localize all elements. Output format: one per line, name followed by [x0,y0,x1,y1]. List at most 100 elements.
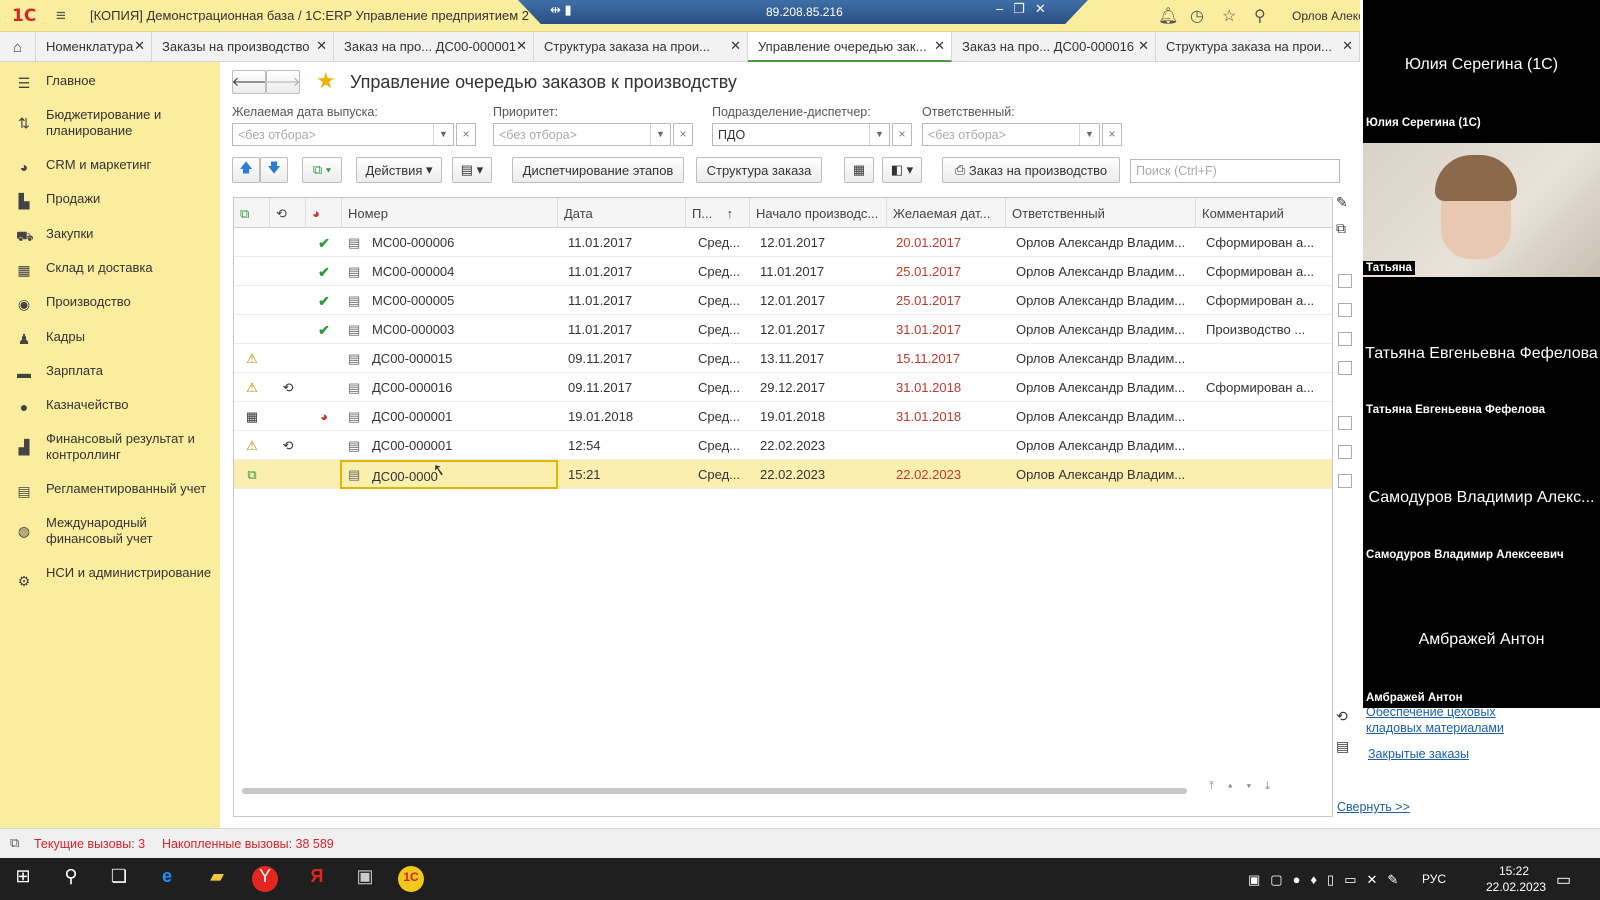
1c-app-icon[interactable]: 1С [398,866,424,892]
treasury-icon: ● [19,399,29,415]
dropdown-icon[interactable]: ▼ [650,124,670,145]
priority-filter-input[interactable]: <без отбора> ▼ [493,123,671,146]
tab-nomenclature[interactable]: Номенклатура ✕ [36,32,152,62]
status-column-icon[interactable]: ◕ [306,198,342,228]
yandex-icon[interactable]: Я [302,866,332,892]
close-icon[interactable]: ✕ [316,38,327,54]
dispatch-stages-button[interactable]: Диспетчирование этапов [512,157,684,183]
tray-icons[interactable]: ▣▢●♦▯▭✕✎ [1248,872,1408,888]
dropdown-icon[interactable]: ▼ [869,124,889,145]
collapse-link[interactable]: Свернуть >> [1337,800,1410,814]
star-icon[interactable]: ☆ [1222,6,1236,26]
production-order-button[interactable]: ⎙ Заказ на производство [942,157,1120,183]
responsible-filter-input[interactable]: <без отбора> ▼ [922,123,1100,146]
close-icon[interactable]: ✕ [730,38,741,54]
remote-desktop-bar: ⇹ ▮ 89.208.85.216 –❐✕ [518,0,1088,24]
table-row[interactable]: ⧉ ▤ ДС00-0000 15:21 Сред... 22.02.2023 22.02.2… [234,460,1332,489]
print-menu-button[interactable]: ▤ ▾ [452,157,492,183]
language-indicator[interactable]: РУС [1422,872,1446,886]
actions-button[interactable]: Действия ▾ [356,157,442,183]
responsible-filter-clear[interactable]: × [1102,123,1122,146]
home-icon[interactable]: ⌂ [0,32,36,62]
search-input[interactable]: Поиск (Ctrl+F) [1130,159,1340,183]
column-responsible[interactable]: Ответственный [1006,198,1196,228]
column-comment[interactable]: Комментарий [1196,198,1332,228]
date-filter-input[interactable]: <без отбора> ▼ [232,123,454,146]
tab-order-ds1[interactable]: Заказ на про... ДС00-000001 ✕ [334,32,534,62]
table-row[interactable]: ✔ ▤ МС00-000006 11.01.2017 Сред... 12.01.2017… [234,228,1332,257]
back-button[interactable]: 🡐 [232,70,266,94]
calls-icon[interactable]: ⧉ [10,835,19,851]
table-nav-buttons[interactable]: ⤒▴▾⤓ [1209,780,1329,800]
pin-icon[interactable]: ⇹ ▮ [550,2,572,18]
dropdown-icon[interactable]: ▼ [1079,124,1099,145]
favorite-star-icon[interactable]: ★ [316,68,336,94]
table-row[interactable]: ⚠ ⟲ ▤ ДС00-000016 09.11.2017 Сред... 29.12.201… [234,373,1332,402]
dept-filter-clear[interactable]: × [892,123,912,146]
close-icon[interactable]: ✕ [516,38,527,54]
column-priority[interactable]: П... ↑ [686,198,750,228]
folder-icon[interactable]: ▰ [202,866,232,892]
search-icon[interactable]: ⚲ [1254,6,1266,26]
date-filter-clear[interactable]: × [456,123,476,146]
bell-icon[interactable]: 🔔︎ [1158,6,1178,26]
yandex-browser-icon[interactable]: Y [252,866,278,892]
table-row[interactable]: ✔ ▤ МС00-000004 11.01.2017 Сред... 11.01.2017… [234,257,1332,286]
table-row[interactable]: ✔ ▤ МС00-000003 11.01.2017 Сред... 12.01.2017… [234,315,1332,344]
close-icon[interactable]: ✕ [1342,38,1353,54]
window-controls[interactable]: –❐✕ [996,1,1056,17]
stages-column-icon[interactable]: ⧉ [234,198,270,228]
move-down-button[interactable]: 🡇 [260,157,288,183]
checkbox[interactable] [1338,361,1352,375]
provision-link[interactable]: Обеспечение цеховых кладовых материалами [1366,704,1536,736]
current-user[interactable]: Орлов Алекс [1292,9,1360,23]
search-icon[interactable]: ⚲ [56,866,86,892]
dropdown-icon[interactable]: ▼ [433,124,453,145]
dept-filter-input[interactable]: ПДО ▼ [712,123,890,146]
provision-column-icon[interactable]: ⟲ [270,198,306,228]
order-structure-button[interactable]: Структура заказа [696,157,822,183]
tab-production-orders[interactable]: Заказы на производство ✕ [152,32,334,62]
move-up-button[interactable]: 🡅 [232,157,260,183]
closed-orders-link[interactable]: Закрытые заказы [1368,747,1469,761]
column-date[interactable]: Дата [558,198,686,228]
app-logo: 1С [12,6,37,26]
copy-icon[interactable]: ⧉ [1336,220,1346,237]
history-icon[interactable]: ◷ [1190,6,1204,26]
edge-icon[interactable]: e [152,866,182,892]
report-menu-button[interactable]: ◧ ▾ [882,157,922,183]
remote-desktop-icon[interactable]: ▣ [350,866,380,892]
table-row[interactable]: ⚠ ▤ ДС00-000015 09.11.2017 Сред... 13.11.2017… [234,344,1332,373]
table-row[interactable]: ✔ ▤ МС00-000005 11.01.2017 Сред... 12.01.2017… [234,286,1332,315]
task-view-icon[interactable]: ❏ [104,866,134,892]
close-icon[interactable]: ✕ [1138,38,1149,54]
tab-order-ds16[interactable]: Заказ на про... ДС00-000016 ✕ [952,32,1156,62]
list-icon[interactable]: ▦ [844,157,874,183]
checkbox[interactable] [1338,416,1352,430]
tab-queue-management[interactable]: Управление очередью зак... ✕ [748,32,952,62]
create-stages-button[interactable]: ⧉ ▾ [302,157,342,183]
desired-date: 31.01.2018 [896,380,962,395]
priority-filter-clear[interactable]: × [673,123,693,146]
checkbox[interactable] [1338,445,1352,459]
tab-order-structure[interactable]: Структура заказа на прои... ✕ [534,32,748,62]
column-number[interactable]: Номер [342,198,558,228]
horizontal-scrollbar[interactable] [242,788,1187,794]
table-row[interactable]: ▦ ◕ ▤ ДС00-000001 19.01.2018 Сред... 19.01.201… [234,402,1332,431]
main-menu-icon[interactable]: ≡ [56,6,66,26]
checkbox[interactable] [1338,332,1352,346]
windows-start-icon[interactable]: ⊞ [8,866,38,892]
forward-button[interactable]: 🡒 [266,70,300,94]
tab-order-structure-2[interactable]: Структура заказа на прои... ✕ [1156,32,1360,62]
close-icon[interactable]: ✕ [134,38,145,54]
column-start[interactable]: Начало производс... [750,198,887,228]
checkbox[interactable] [1338,474,1352,488]
close-icon[interactable]: ✕ [934,38,945,54]
column-desired-date[interactable]: Желаемая дат... [887,198,1006,228]
edit-icon[interactable]: ✎ [1336,194,1348,211]
checkbox[interactable] [1338,303,1352,317]
checkbox[interactable] [1338,274,1352,288]
table-row[interactable]: ⚠ ⟲ ▤ ДС00-000001 12:54 Сред... 22.02.2023 Орло… [234,431,1332,460]
notifications-icon[interactable]: ▭ [1556,870,1571,890]
order-number: МС00-000005 [372,293,455,308]
